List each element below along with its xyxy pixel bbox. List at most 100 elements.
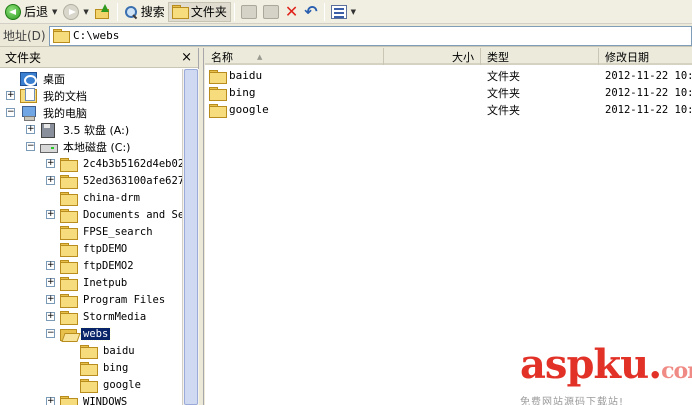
search-icon [124,5,138,19]
tree-scrollbar[interactable] [182,69,199,405]
tree-item-label: ftpDEMO [83,242,128,255]
folder-icon [60,276,78,291]
views-icon [330,4,347,19]
watermark-subtitle: 免费网站源码下载站! [520,397,625,405]
tree-item[interactable]: 桌面 [6,70,67,87]
tree-item-label: 我的电脑 [43,106,87,120]
list-item[interactable]: bing 文件夹 2012-11-22 10: [205,84,692,101]
tree-item-label: baidu [103,344,135,357]
folders-pane: 文件夹 × 桌面 + 我的文档 − 我的电脑 +3.5 软盘 (A:) − 本地磁盘 (C:)… [0,48,199,405]
folders-pane-header: 文件夹 × [0,48,198,68]
tree-item[interactable]: ftpDEMO [46,240,129,257]
column-header-type[interactable]: 类型 [481,48,599,65]
expand-icon[interactable]: + [46,312,55,321]
folders-label: 文件夹 [190,5,227,19]
list-cell-date: 2012-11-22 10: [605,103,692,116]
expand-icon[interactable]: + [46,397,55,405]
forward-dropdown-icon[interactable]: ▼ [83,8,88,16]
address-input[interactable]: C:\webs [49,25,692,46]
forward-arrow-icon [63,3,80,20]
watermark-asp: asp [520,341,594,388]
expand-icon[interactable]: + [26,125,35,134]
tree-scrollbar-thumb[interactable] [184,69,198,405]
tree-item[interactable]: + Program Files [46,291,167,308]
tree-item[interactable]: FPSE_search [46,223,155,240]
tree-item[interactable]: + Documents and Set [46,206,182,223]
tree-item[interactable]: google [66,376,143,393]
expand-icon[interactable]: + [46,295,55,304]
toolbar-separator [323,2,325,21]
tree-item[interactable]: baidu [66,342,137,359]
tree-item[interactable]: +3.5 软盘 (A:) [26,121,131,138]
watermark-main: aspku.com [520,345,692,391]
tree-item-label: 3.5 软盘 (A:) [63,123,130,137]
tree-item[interactable]: − 本地磁盘 (C:) [26,138,132,155]
back-dropdown-icon[interactable]: ▼ [52,8,57,16]
views-dropdown-icon[interactable]: ▼ [351,8,356,16]
folders-button[interactable]: 文件夹 [167,1,231,22]
folder-icon [60,225,78,240]
expand-icon[interactable]: + [46,261,55,270]
address-label: 地址(D) [3,29,46,43]
expand-icon[interactable]: + [46,278,55,287]
folders-icon [171,5,189,19]
watermark-ku: ku [593,341,649,388]
list-item[interactable]: baidu 文件夹 2012-11-22 10: [205,67,692,84]
tree-item-label: Program Files [83,293,166,306]
column-header-label: 类型 [487,50,509,64]
tree-item[interactable]: + Inetpub [46,274,129,291]
open-folder-icon [60,327,77,341]
tree-item[interactable]: +2c4b3b5162d4eb022 [46,155,182,172]
move-to-button[interactable] [238,2,260,22]
up-folder-button[interactable] [92,2,114,22]
undo-button[interactable]: ↶ [301,2,320,22]
tree-item[interactable]: − webs [46,325,112,342]
tree-item[interactable]: bing [66,359,130,376]
collapse-icon[interactable]: − [6,108,15,117]
copy-to-button[interactable] [260,2,282,22]
tree-item-label: Inetpub [83,276,128,289]
folders-pane-title: 文件夹 [5,51,42,65]
folder-icon [60,310,78,325]
list-item-name: baidu [229,69,263,82]
tree-item[interactable]: + WINDOWS [46,393,129,405]
views-button[interactable]: ▼ [328,2,359,22]
desktop-icon [20,71,37,86]
column-header-name[interactable]: 名称 ▲ [205,48,384,65]
collapse-icon[interactable]: − [46,329,55,338]
tree-item-label: FPSE_search [83,225,153,238]
copy-to-icon [262,4,279,19]
tree-item-label: china-drm [83,191,140,204]
tree-item[interactable]: − 我的电脑 [6,104,89,121]
list-item[interactable]: google 文件夹 2012-11-22 10: [205,101,692,118]
delete-button[interactable]: ✕ [282,2,301,22]
list-cell-date: 2012-11-22 10: [605,69,692,82]
tree-item-label: bing [103,361,129,374]
tree-item[interactable]: + 我的文档 [6,87,89,104]
expand-icon[interactable]: + [46,210,55,219]
close-icon[interactable]: × [181,51,192,64]
pane-splitter[interactable] [199,48,204,405]
list-cell-type: 文件夹 [487,69,520,83]
watermark-dot: . [648,341,662,388]
column-header-size[interactable]: 大小 [384,48,481,65]
expand-icon[interactable]: + [6,91,15,100]
tree-item[interactable]: +52ed363100afe6270 [46,172,182,189]
list-cell-type: 文件夹 [487,86,520,100]
back-arrow-icon [5,3,21,20]
column-header-label: 大小 [452,50,474,64]
tree-item-label: 本地磁盘 (C:) [63,140,131,154]
tree-item[interactable]: + ftpDEMO2 [46,257,136,274]
tree-item[interactable]: china-drm [46,189,142,206]
folder-icon [60,174,78,189]
tree-item[interactable]: + StormMedia [46,308,148,325]
back-button[interactable]: 后退 ▼ [2,2,60,22]
collapse-icon[interactable]: − [26,142,35,151]
search-label: 搜索 [140,5,165,19]
forward-button[interactable]: ▼ [60,2,91,22]
expand-icon[interactable]: + [46,176,55,185]
list-cell-date: 2012-11-22 10: [605,86,692,99]
expand-icon[interactable]: + [46,159,55,168]
search-button[interactable]: 搜索 [121,2,168,22]
column-header-date[interactable]: 修改日期 [599,48,692,65]
